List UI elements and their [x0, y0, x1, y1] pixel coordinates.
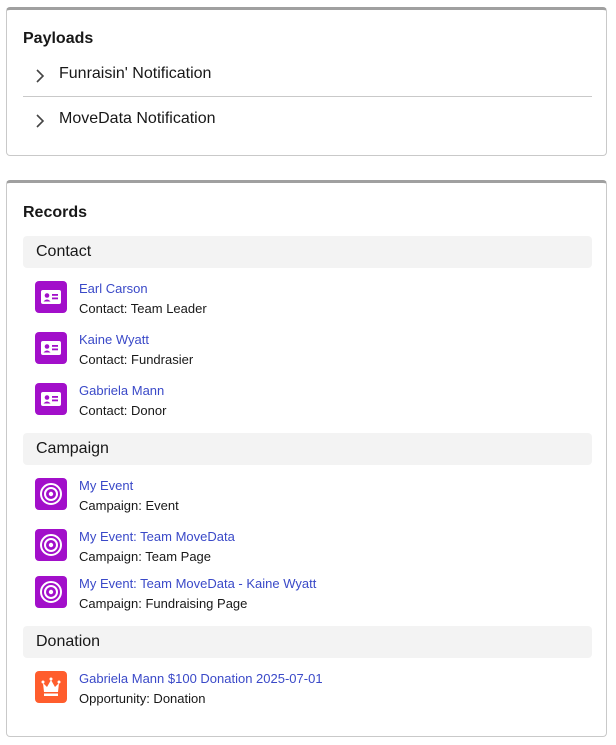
record-item: Gabriela Mann Contact: Donor	[35, 383, 575, 425]
record-subtitle: Contact: Donor	[79, 403, 167, 418]
record-subtitle: Contact: Fundrasier	[79, 352, 194, 367]
campaign-target-icon	[35, 529, 67, 561]
contact-card-icon	[35, 332, 67, 364]
record-item: My Event: Team MoveData Campaign: Team P…	[35, 529, 575, 571]
record-link[interactable]: My Event	[79, 478, 133, 493]
record-item: Gabriela Mann $100 Donation 2025-07-01 O…	[35, 671, 575, 713]
payloads-title: Payloads	[23, 30, 94, 47]
contact-card-icon	[35, 383, 67, 415]
record-link[interactable]: My Event: Team MoveData - Kaine Wyatt	[79, 576, 316, 591]
chevron-right-icon	[36, 114, 45, 128]
record-subtitle: Campaign: Event	[79, 498, 179, 513]
record-link[interactable]: Earl Carson	[79, 281, 148, 296]
payload-item-funraisin-notification[interactable]: Funraisin' Notification	[23, 54, 592, 98]
record-link[interactable]: My Event: Team MoveData	[79, 529, 235, 544]
record-link[interactable]: Gabriela Mann	[79, 383, 164, 398]
record-item: My Event Campaign: Event	[35, 478, 575, 520]
opportunity-crown-icon	[35, 671, 67, 703]
payload-item-label: MoveData Notification	[59, 110, 216, 127]
record-subtitle: Campaign: Team Page	[79, 549, 212, 564]
campaign-target-icon	[35, 576, 67, 608]
record-item: My Event: Team MoveData - Kaine Wyatt Ca…	[35, 576, 575, 618]
section-header-contact: Contact	[23, 236, 592, 268]
campaign-target-icon	[35, 478, 67, 510]
section-header-donation: Donation	[23, 626, 592, 658]
records-title: Records	[23, 204, 88, 221]
payload-item-movedata-notification[interactable]: MoveData Notification	[23, 99, 592, 143]
record-subtitle: Contact: Team Leader	[79, 301, 207, 316]
payloads-card: Payloads Funraisin' Notification MoveDat…	[6, 7, 607, 156]
chevron-right-icon	[36, 69, 45, 83]
record-item: Earl Carson Contact: Team Leader	[35, 281, 575, 323]
record-link[interactable]: Gabriela Mann $100 Donation 2025-07-01	[79, 671, 323, 686]
payload-item-label: Funraisin' Notification	[59, 65, 212, 82]
record-item: Kaine Wyatt Contact: Fundrasier	[35, 332, 575, 374]
contact-card-icon	[35, 281, 67, 313]
records-card: Records Contact Earl Carson Contact: Tea…	[6, 180, 607, 737]
record-link[interactable]: Kaine Wyatt	[79, 332, 149, 347]
payload-divider	[23, 96, 592, 97]
record-subtitle: Opportunity: Donation	[79, 691, 206, 706]
record-subtitle: Campaign: Fundraising Page	[79, 596, 248, 611]
section-header-campaign: Campaign	[23, 433, 592, 465]
